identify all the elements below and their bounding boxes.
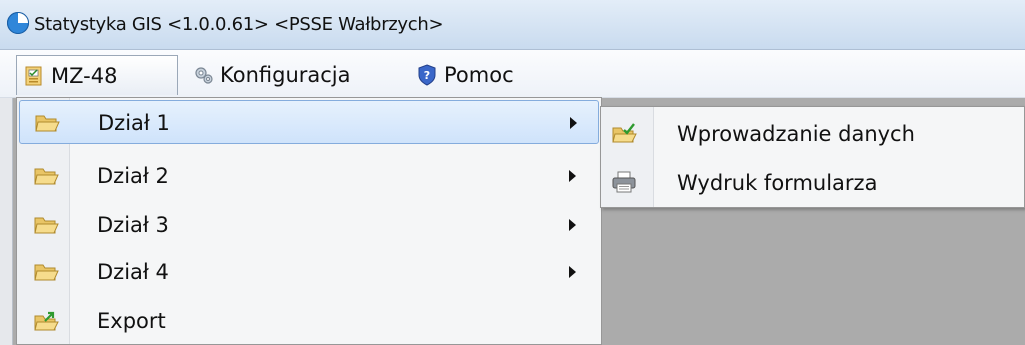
window-left-edge — [0, 98, 13, 345]
submenu-item-wydruk-formularza[interactable]: Wydruk formularza — [601, 159, 1025, 205]
submenu-item-wprowadzanie-danych[interactable]: Wprowadzanie danych — [601, 110, 1025, 156]
dzial-1-submenu: Wprowadzanie danych Wydruk formularza — [600, 106, 1025, 208]
dropdown-item-export[interactable]: Export — [19, 299, 599, 343]
gears-icon — [195, 67, 213, 84]
submenu-item-label: Wprowadzanie danych — [677, 122, 915, 146]
menu-pomoc[interactable]: ? Pomoc — [410, 55, 520, 95]
form-document-icon — [25, 66, 42, 85]
dropdown-item-dzial-1[interactable]: Dział 1 — [19, 100, 599, 144]
folder-export-icon — [34, 311, 59, 331]
submenu-arrow-icon — [569, 219, 576, 231]
submenu-arrow-icon — [569, 170, 576, 182]
menu-konfiguracja-label: Konfiguracja — [220, 63, 351, 87]
help-shield-icon: ? — [418, 64, 436, 86]
dropdown-item-dzial-4[interactable]: Dział 4 — [19, 250, 599, 294]
folder-open-icon — [34, 168, 59, 185]
submenu-arrow-icon — [569, 266, 576, 278]
dropdown-item-label: Dział 4 — [97, 260, 169, 284]
menu-mz48-label: MZ-48 — [51, 63, 118, 88]
submenu-item-label: Wydruk formularza — [677, 171, 878, 195]
window-title: Statystyka GIS <1.0.0.61> <PSSE Wałbrzyc… — [34, 14, 444, 35]
dropdown-item-label: Dział 2 — [97, 164, 169, 188]
submenu-arrow-icon — [570, 117, 577, 129]
app-globe-icon — [7, 12, 29, 34]
folder-open-icon — [34, 264, 59, 281]
folder-open-icon — [35, 115, 60, 132]
printer-icon — [612, 171, 636, 193]
folder-open-icon — [34, 217, 59, 234]
dropdown-item-dzial-2[interactable]: Dział 2 — [19, 154, 599, 198]
dropdown-item-dzial-3[interactable]: Dział 3 — [19, 203, 599, 247]
mz48-dropdown-menu: Dział 1 Dział 2 Dział 3 Dział 4 Export — [16, 97, 602, 345]
data-entry-icon — [612, 123, 637, 143]
menu-mz48[interactable]: MZ-48 — [16, 55, 178, 95]
svg-text:?: ? — [424, 69, 430, 82]
menu-pomoc-label: Pomoc — [444, 63, 514, 87]
dropdown-item-label: Dział 1 — [98, 111, 170, 135]
dropdown-item-label: Export — [97, 309, 166, 333]
dropdown-item-label: Dział 3 — [97, 213, 169, 237]
menu-bar: MZ-48 Konfiguracja ? Pomoc — [0, 50, 1025, 98]
title-bar: Statystyka GIS <1.0.0.61> <PSSE Wałbrzyc… — [0, 0, 1025, 50]
menu-konfiguracja[interactable]: Konfiguracja — [186, 55, 357, 95]
